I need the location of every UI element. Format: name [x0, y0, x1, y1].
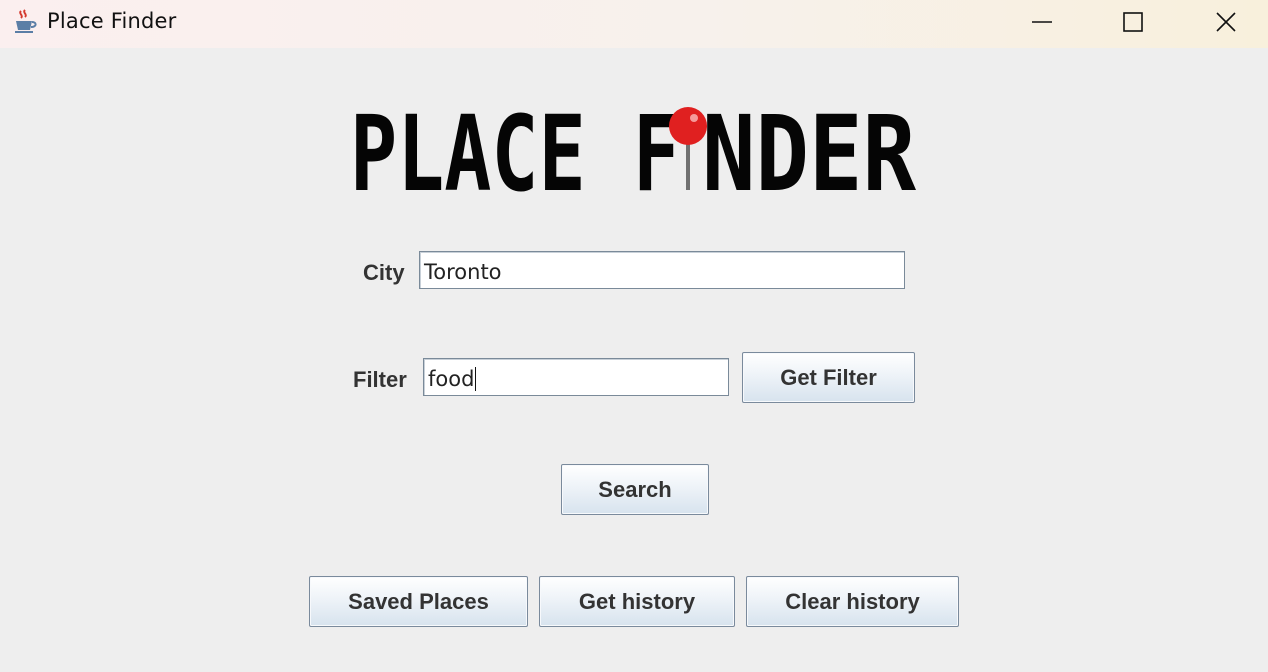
- java-coffee-cup-icon: [15, 9, 37, 33]
- filter-input-value: food: [428, 367, 475, 391]
- city-label: City: [363, 260, 405, 285]
- minimize-icon: [1032, 21, 1052, 23]
- get-filter-button[interactable]: Get Filter: [742, 352, 915, 403]
- city-input[interactable]: Toronto: [419, 251, 905, 289]
- close-icon: [1216, 12, 1236, 32]
- get-history-button[interactable]: Get history: [539, 576, 735, 627]
- window-title: Place Finder: [47, 9, 177, 33]
- saved-places-button[interactable]: Saved Places: [309, 576, 528, 627]
- clear-history-button[interactable]: Clear history: [746, 576, 959, 627]
- search-button[interactable]: Search: [561, 464, 709, 515]
- title-bar: Place Finder: [0, 0, 1268, 48]
- filter-input[interactable]: food: [423, 358, 729, 396]
- logo-text-left: PLACE F: [350, 100, 680, 192]
- maximize-button[interactable]: [1087, 0, 1179, 44]
- city-input-value: Toronto: [424, 260, 502, 284]
- close-button[interactable]: [1180, 0, 1268, 44]
- text-caret: [475, 367, 477, 391]
- maximize-icon: [1123, 12, 1143, 32]
- logo-text-right: NDER: [702, 100, 916, 192]
- place-finder-logo: PLACE F NDER: [350, 100, 916, 192]
- minimize-button[interactable]: [996, 0, 1088, 44]
- filter-label: Filter: [353, 367, 407, 392]
